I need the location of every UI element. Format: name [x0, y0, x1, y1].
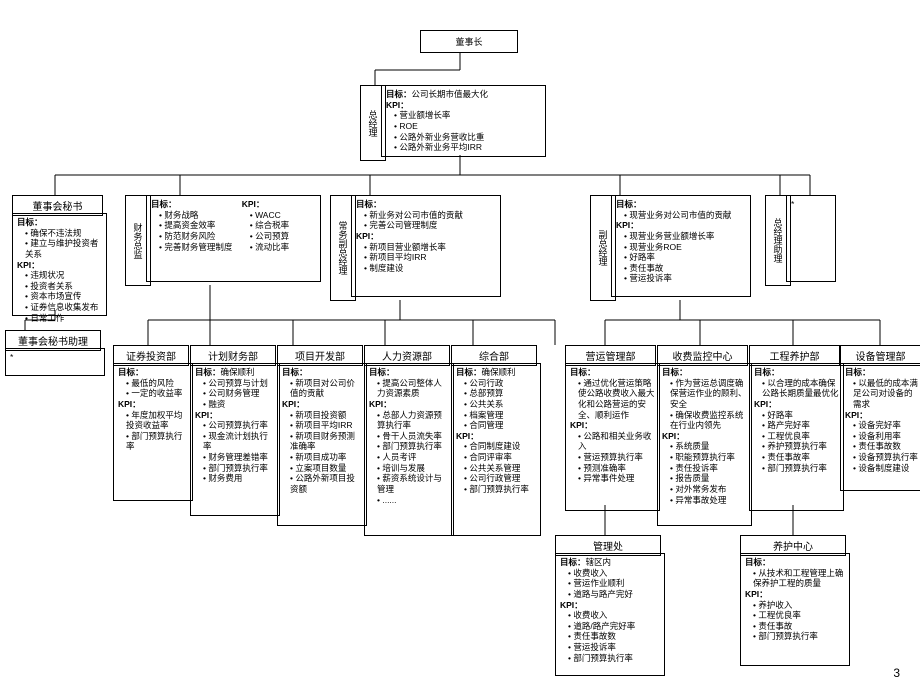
d6-content: 目标：通过优化营运策略使公路收费收入最大化和公路营运的安全、顺利运作 KPI：公…: [565, 363, 660, 511]
d4-content: 目标：提高公司整体人力资源素质 KPI：总部人力资源预算执行率骨干人员流失率部门…: [364, 363, 454, 536]
mgmt-content: 目标：辖区内收费收入营运作业顺利道路与路产完好 KPI：收费收入道路/路产完好率…: [555, 553, 665, 676]
cfo-content: 目标： 财务战略提高资金效率防范财务风险完善财务管理制度 KPI： WACC综合…: [146, 195, 321, 282]
d5-content: 目标：确保顺利公司行政总部预算公共关系档案管理合同管理 KPI：合同制度建设合同…: [451, 363, 541, 536]
maint-content: 目标：从技术和工程管理上确保养护工程的质量 KPI：养护收入工程优良率责任事故部…: [740, 553, 850, 666]
secretary-content: 目标： 确保不违法规建立与维护投资者关系 KPI： 违规状况投资者关系资本市场宣…: [12, 213, 107, 316]
sec-assistant-content: *: [5, 348, 105, 376]
chairman-box: 董事长: [420, 30, 518, 53]
chairman-label: 董事长: [455, 37, 482, 47]
d3-content: 目标：新项目对公司价值的贡献 KPI：新项目投资额新项目平均IRR新项目财务预测…: [277, 363, 367, 526]
assistant-content: *: [786, 195, 836, 282]
d7-content: 目标：作为营运总调度确保营运作业的顾利、安全确保收费监控系统在行业内领先 KPI…: [657, 363, 752, 526]
d8-content: 目标：以合理的成本确保公路长期质量最优化 KPI：好路率路产完好率工程优良率养护…: [749, 363, 844, 511]
vp-content: 目标： 现营业务对公司市值的贡献 KPI： 现营业务营业额增长率现营业务ROE好…: [611, 195, 751, 297]
d1-content: 目标：最低的风险一定的收益率 KPI：年度加权平均投资收益率部门预算执行率: [113, 363, 193, 501]
page-number: 3: [893, 666, 900, 680]
d2-content: 目标：确保顺利公司预算与计划公司财务管理融资 KPI：公司预算执行率现金流计划执…: [190, 363, 280, 516]
d9-content: 目标：以最低的成本满足公司对设备的需求 KPI：设备完好率设备利用率责任事故数设…: [840, 363, 920, 491]
gm-content: 目标：公司长期市值最大化 KPI： 营业额增长率ROE公路外新业务营收比重公路外…: [381, 85, 546, 157]
evp-content: 目标： 新业务对公司市值的贡献完善公司管理制度 KPI： 新项目营业额增长率新项…: [351, 195, 501, 297]
